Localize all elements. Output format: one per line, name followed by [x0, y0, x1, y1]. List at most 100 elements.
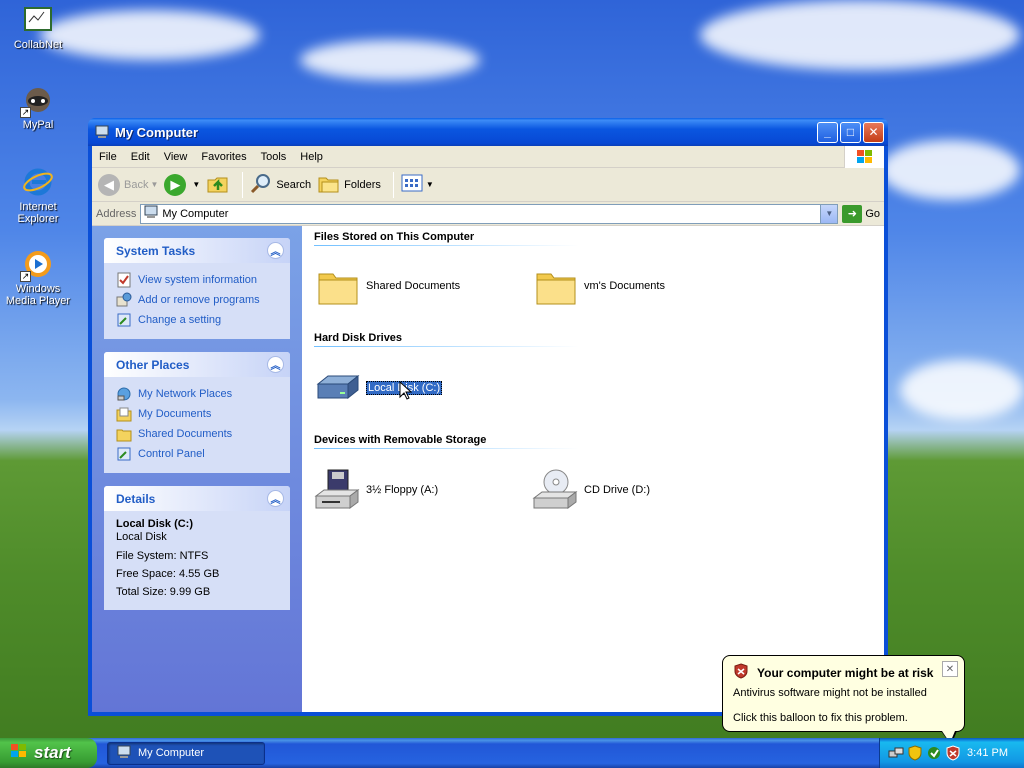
menu-file[interactable]: File: [92, 151, 124, 163]
group-header: Devices with Removable Storage: [314, 431, 578, 449]
network-tray-icon[interactable]: [888, 745, 904, 761]
security-shield-icon: [733, 663, 749, 682]
balloon-close-button[interactable]: ✕: [942, 661, 958, 677]
control-panel-icon: [116, 312, 132, 328]
hard-disk-icon: [314, 364, 362, 412]
system-tasks-panel: System Tasks ︽ View system information A…: [104, 238, 290, 339]
toolbar-separator: [242, 171, 244, 198]
item-label: vm's Documents: [584, 280, 665, 292]
forward-button[interactable]: ▶ ▼: [164, 173, 200, 196]
go-label: Go: [865, 207, 880, 220]
shared-documents-link[interactable]: Shared Documents: [116, 424, 278, 444]
details-file-system: File System: NTFS: [116, 550, 209, 562]
cd-drive-d-item[interactable]: CD Drive (D:): [532, 466, 750, 514]
address-dropdown-button[interactable]: ▼: [820, 204, 838, 223]
collapse-chevron-icon[interactable]: ︽: [267, 490, 284, 507]
other-places-header[interactable]: Other Places ︽: [104, 352, 290, 377]
folder-icon: [116, 426, 132, 442]
taskbar-my-computer-button[interactable]: My Computer: [107, 741, 265, 765]
toolbar: ◀ Back ▼ ▶ ▼ Search Folders ▼: [92, 168, 884, 202]
menu-help[interactable]: Help: [293, 151, 330, 163]
control-panel-link[interactable]: Control Panel: [116, 444, 278, 464]
window-title: My Computer: [115, 124, 199, 140]
shared-documents-item[interactable]: Shared Documents: [314, 262, 532, 310]
menu-tools[interactable]: Tools: [254, 151, 294, 163]
views-button[interactable]: ▼: [400, 173, 434, 196]
chevron-down-icon: ▼: [425, 180, 434, 189]
desktop-icon-collabnet[interactable]: CollabNet: [0, 4, 76, 51]
panel-title: System Tasks: [116, 243, 196, 258]
collabnet-icon: [22, 4, 54, 36]
details-name: Local Disk (C:): [116, 518, 194, 530]
security-alert-balloon[interactable]: Your computer might be at risk ✕ Antivir…: [722, 655, 965, 745]
add-remove-programs-link[interactable]: Add or remove programs: [116, 290, 278, 310]
menu-favorites[interactable]: Favorites: [194, 151, 253, 163]
forward-arrow-icon: ▶: [164, 173, 187, 196]
my-network-places-link[interactable]: My Network Places: [116, 384, 278, 404]
desktop-icon-internet-explorer[interactable]: Internet Explorer: [0, 166, 76, 225]
minimize-button[interactable]: _: [817, 121, 838, 143]
folder-icon: [532, 262, 580, 310]
add-remove-programs-icon: [116, 292, 132, 308]
back-arrow-icon: ◀: [98, 173, 120, 196]
security-alert-tray-icon[interactable]: [945, 745, 961, 761]
desktop-icon-mypal[interactable]: ↗ MyPal: [0, 84, 76, 131]
clock[interactable]: 3:41 PM: [967, 747, 1008, 759]
task-pane: System Tasks ︽ View system information A…: [92, 226, 302, 712]
folders-icon: [317, 172, 341, 197]
media-player-icon: ↗: [20, 248, 54, 282]
security-center-tray-icon[interactable]: [907, 745, 923, 761]
close-button[interactable]: ✕: [863, 121, 884, 143]
folders-label: Folders: [344, 178, 381, 191]
link-label: Change a setting: [138, 314, 222, 326]
balloon-line1: Antivirus software might not be installe…: [733, 687, 927, 699]
local-disk-c-item[interactable]: Local Disk (C:): [314, 364, 532, 412]
other-places-panel: Other Places ︽ My Network Places My Docu…: [104, 352, 290, 473]
mouse-cursor-icon: [399, 380, 413, 404]
maximize-icon: □: [846, 125, 855, 139]
link-label: Shared Documents: [138, 428, 233, 440]
my-documents-icon: [116, 406, 132, 422]
address-input[interactable]: My Computer ▼: [140, 203, 839, 224]
search-button[interactable]: Search: [249, 172, 311, 197]
title-bar[interactable]: My Computer _ □ ✕: [88, 118, 888, 146]
menu-edit[interactable]: Edit: [124, 151, 157, 163]
desktop-icon-media-player[interactable]: ↗ Windows Media Player: [0, 248, 76, 307]
item-label: CD Drive (D:): [584, 483, 650, 496]
close-icon: ✕: [868, 125, 879, 139]
search-label: Search: [276, 178, 312, 191]
windows-logo-icon: [9, 742, 29, 765]
system-tasks-header[interactable]: System Tasks ︽: [104, 238, 290, 263]
vms-documents-item[interactable]: vm's Documents: [532, 262, 750, 310]
back-button[interactable]: ◀ Back ▼: [98, 173, 159, 196]
chevron-down-icon: ▼: [825, 209, 834, 218]
details-free-space: Free Space: 4.55 GB: [116, 568, 220, 580]
go-button[interactable]: ➜ Go: [842, 204, 880, 223]
start-button[interactable]: start: [0, 738, 97, 768]
update-tray-icon[interactable]: [926, 745, 942, 761]
start-label: start: [34, 743, 71, 762]
details-panel: Details ︽ Local Disk (C:) Local Disk Fil…: [104, 486, 290, 610]
system-info-icon: [116, 272, 132, 288]
link-label: Control Panel: [138, 448, 205, 460]
address-label: Address: [96, 207, 137, 220]
collapse-chevron-icon[interactable]: ︽: [267, 242, 284, 259]
menu-view[interactable]: View: [157, 151, 195, 163]
collapse-chevron-icon[interactable]: ︽: [267, 356, 284, 373]
change-setting-link[interactable]: Change a setting: [116, 310, 278, 330]
cd-drive-icon: [532, 466, 580, 514]
floppy-a-item[interactable]: 3½ Floppy (A:): [314, 466, 532, 514]
chevron-down-icon: ▼: [150, 180, 159, 189]
back-label: Back: [124, 178, 149, 191]
my-documents-link[interactable]: My Documents: [116, 404, 278, 424]
maximize-button[interactable]: □: [840, 121, 861, 143]
details-header[interactable]: Details ︽: [104, 486, 290, 511]
desktop-icon-label: CollabNet: [13, 39, 63, 51]
view-system-information-link[interactable]: View system information: [116, 270, 278, 290]
network-places-icon: [116, 386, 132, 402]
folders-button[interactable]: Folders: [317, 172, 381, 197]
system-tray: 3:41 PM: [879, 738, 1024, 768]
up-folder-button[interactable]: [206, 172, 230, 197]
balloon-line2: Click this balloon to fix this problem.: [733, 712, 908, 724]
panel-title: Details: [116, 491, 156, 506]
